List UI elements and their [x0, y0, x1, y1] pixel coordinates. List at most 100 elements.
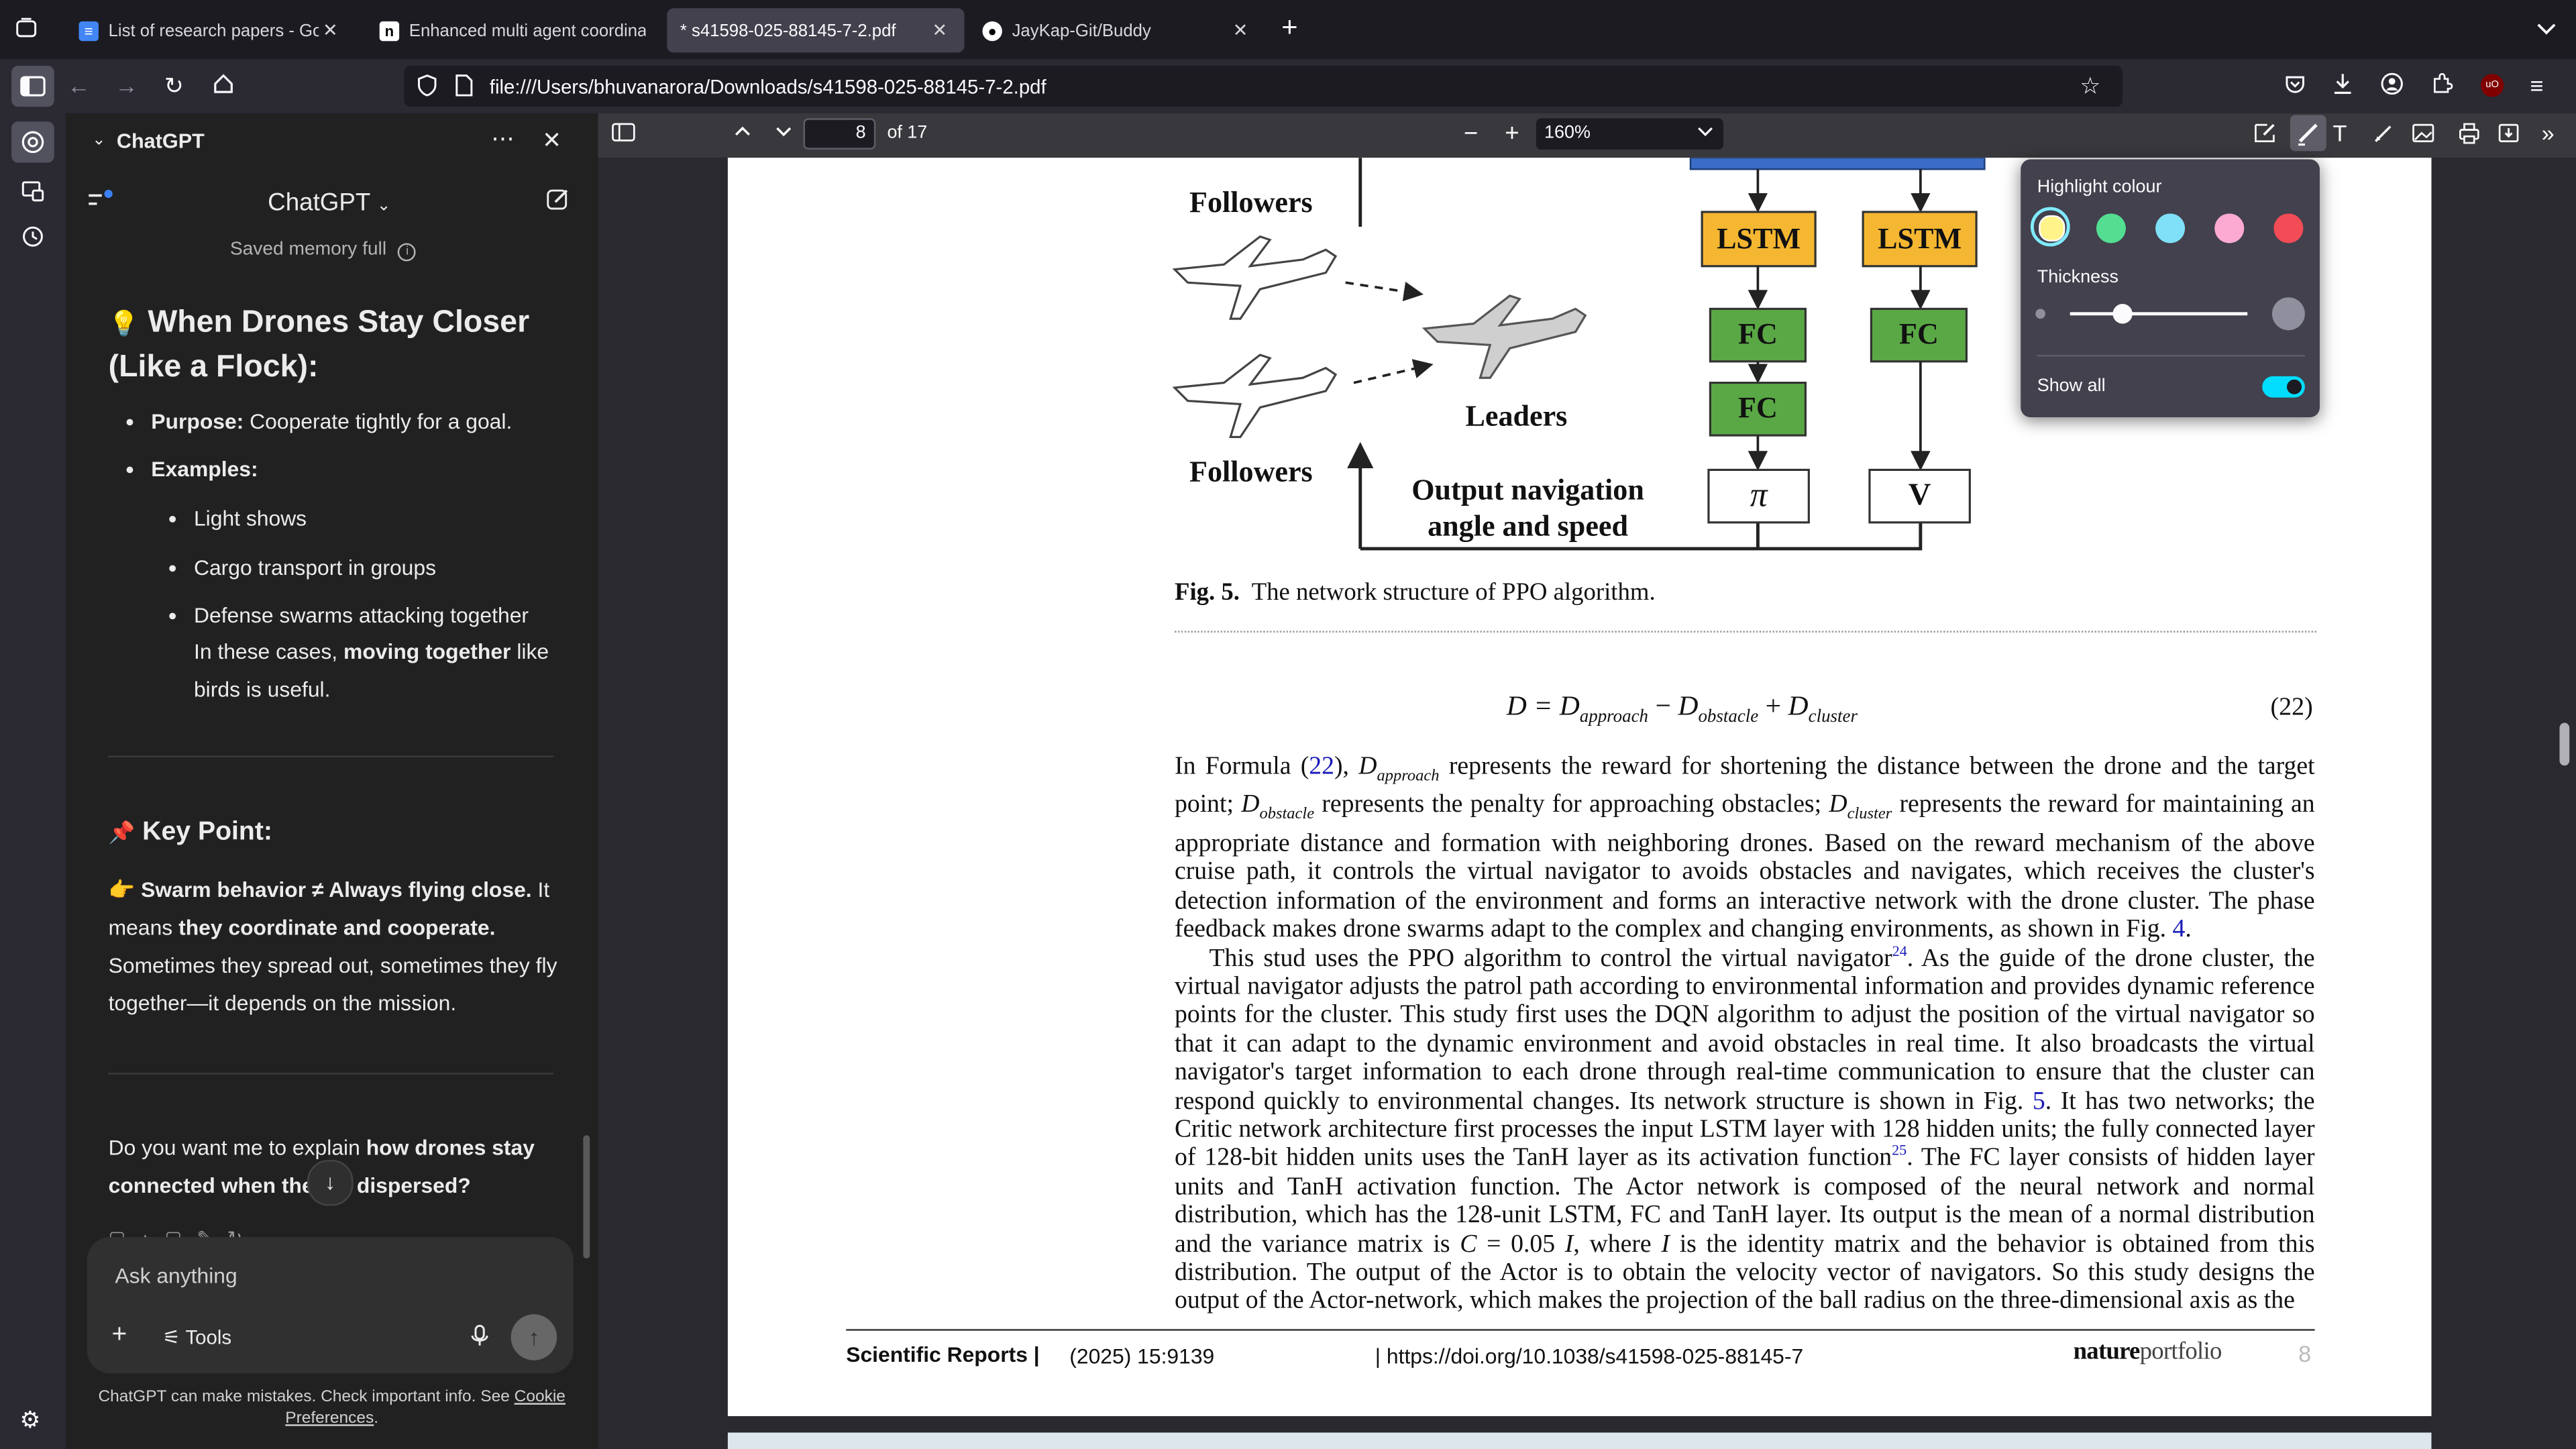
colour-swatch-selected[interactable]	[2030, 207, 2070, 247]
more-options-icon[interactable]: ⋯	[491, 125, 514, 153]
thickness-slider[interactable]	[2070, 304, 2248, 324]
airplane-icon	[1172, 354, 1338, 439]
footer-doi[interactable]: | https://doi.org/10.1038/s41598-025-881…	[1375, 1344, 1803, 1368]
back-icon[interactable]: ←	[67, 72, 90, 99]
footer-volume: (2025) 15:9139	[1069, 1344, 1215, 1368]
menu-icon[interactable]: ≡	[2530, 72, 2543, 99]
close-tab-icon[interactable]: ✕	[1229, 19, 1252, 41]
fc-label: FC	[1899, 317, 1939, 350]
tab-pdf[interactable]: * s41598-025-88145-7-2.pdf ✕	[667, 8, 965, 53]
tab-enhanced-multi-agent[interactable]: n Enhanced multi agent coordinati	[366, 8, 659, 52]
paragraph-1: In Formula (22), Dapproach represents th…	[1175, 752, 2315, 944]
tab-github-buddy[interactable]: ● JayKap-Git/Buddy ✕	[969, 8, 1265, 52]
bookmark-star-icon[interactable]: ☆	[2080, 72, 2100, 99]
close-tab-icon[interactable]: ✕	[319, 19, 341, 41]
lstm-label: LSTM	[1878, 221, 1962, 255]
show-all-toggle[interactable]	[2262, 376, 2305, 398]
sidebar-toggle-button[interactable]	[11, 65, 54, 107]
nature-portfolio-logo: natureportfolio	[2073, 1338, 2222, 1366]
caption-rule	[1175, 631, 2317, 633]
chatgpt-panel: ⌄ ChatGPT ⋯ ✕ ChatGPT ⌄ Saved memory ful…	[65, 113, 598, 1449]
draw-icon[interactable]	[2372, 121, 2395, 144]
pushpin-icon: 📌	[108, 820, 136, 845]
slider-thumb[interactable]	[2113, 304, 2133, 324]
equation: D = Dapproach − Dobstacle + Dcluster	[1506, 690, 1858, 727]
list-item: Light shows	[194, 499, 572, 537]
cases-text: In these cases, moving together like bir…	[193, 639, 549, 702]
extensions-icon[interactable]	[2430, 72, 2453, 95]
page-total: of 17	[887, 123, 928, 144]
equation-ref-link[interactable]: 22	[1309, 753, 1334, 781]
panel-header-chevron-icon[interactable]: ⌄	[92, 131, 106, 150]
show-all-label: Show all	[2037, 376, 2106, 396]
sidebar-strip	[0, 113, 66, 1449]
chevron-down-icon[interactable]	[2535, 16, 2558, 39]
microphone-icon[interactable]	[470, 1324, 489, 1347]
chat-input[interactable]: Ask anything	[115, 1263, 237, 1288]
reload-icon[interactable]: ↻	[164, 72, 184, 99]
citation-link[interactable]: 25	[1892, 1142, 1907, 1159]
figure-ref-link[interactable]: 4	[2172, 916, 2185, 944]
add-text-icon[interactable]: T	[2333, 120, 2347, 146]
sidebar-menu-icon[interactable]	[87, 189, 113, 212]
colour-swatch-blue[interactable]	[2155, 213, 2186, 244]
account-icon[interactable]	[2381, 72, 2404, 95]
google-docs-icon: ≡	[78, 20, 99, 40]
info-icon[interactable]: i	[398, 243, 417, 262]
tab-list-icon[interactable]	[15, 16, 38, 39]
colour-swatch-green[interactable]	[2096, 213, 2126, 244]
input-block	[1689, 158, 1986, 170]
chatgpt-sidebar-icon[interactable]	[11, 121, 54, 163]
shield-icon[interactable]	[417, 74, 437, 97]
figure-ref-link[interactable]: 5	[2033, 1087, 2045, 1115]
add-attachment-icon[interactable]: +	[112, 1321, 127, 1350]
lightbulb-icon: 💡	[108, 310, 140, 339]
tools-button[interactable]: ⚟ Tools	[162, 1326, 231, 1348]
download-icon[interactable]	[2331, 72, 2354, 95]
zoom-out-icon[interactable]: −	[1464, 121, 1478, 146]
new-chat-icon[interactable]	[545, 187, 570, 212]
ublock-icon[interactable]: uO	[2480, 74, 2504, 97]
citation-link[interactable]: 24	[1892, 942, 1907, 958]
pocket-icon[interactable]	[2284, 72, 2306, 95]
label-followers-top: Followers	[1189, 185, 1313, 219]
next-page-strip	[727, 1432, 2432, 1449]
add-image-icon[interactable]	[2412, 121, 2434, 144]
pdf-scrollbar[interactable]	[2559, 722, 2570, 766]
settings-gear-icon[interactable]: ⚙	[19, 1406, 40, 1432]
colour-swatch-yellow[interactable]	[2039, 215, 2065, 241]
history-icon[interactable]	[21, 225, 44, 248]
close-panel-icon[interactable]: ✕	[542, 127, 561, 155]
zoom-in-icon[interactable]: +	[1505, 121, 1519, 146]
synced-tabs-icon[interactable]	[21, 179, 44, 202]
colour-swatch-red[interactable]	[2273, 213, 2304, 244]
footer-page-number: 8	[2298, 1340, 2312, 1367]
tab-research-papers[interactable]: ≡ List of research papers - Google ✕	[66, 8, 355, 52]
disclaimer: ChatGPT can make mistakes. Check importa…	[98, 1388, 566, 1428]
chat-scrollbar[interactable]	[583, 1135, 590, 1258]
highlight-tool-button[interactable]	[2290, 115, 2326, 152]
page-number-input[interactable]: 8	[803, 118, 876, 150]
list-item: Purpose: Cooperate tightly for a goal.	[151, 402, 578, 440]
zoom-select[interactable]: 160%	[1536, 118, 1723, 150]
edit-pdf-icon[interactable]	[2254, 121, 2277, 144]
send-button[interactable]: ↑	[511, 1314, 557, 1360]
next-page-icon[interactable]	[773, 121, 793, 141]
body-text: In Formula (22), Dapproach represents th…	[1175, 753, 2315, 1316]
toggle-sidebar-icon[interactable]	[611, 121, 636, 143]
url-text[interactable]: file:///Users/bhuvanarora/Downloads/s415…	[490, 76, 1046, 99]
more-tools-icon[interactable]: »	[2542, 120, 2555, 146]
print-icon[interactable]	[2458, 121, 2481, 144]
colour-swatch-pink[interactable]	[2214, 213, 2245, 244]
close-tab-icon[interactable]: ✕	[928, 19, 951, 41]
previous-page-icon[interactable]	[733, 121, 752, 141]
forward-icon[interactable]: →	[115, 72, 138, 99]
scroll-down-button[interactable]: ↓	[307, 1159, 354, 1206]
lstm-label: LSTM	[1717, 221, 1801, 255]
home-icon[interactable]	[212, 72, 235, 95]
save-icon[interactable]	[2497, 121, 2520, 144]
new-tab-icon[interactable]: +	[1281, 13, 1297, 42]
footer-journal: Scientific Reports |	[846, 1342, 1040, 1367]
chevron-down-icon	[1697, 121, 1713, 141]
model-selector[interactable]: ChatGPT ⌄	[268, 189, 390, 217]
